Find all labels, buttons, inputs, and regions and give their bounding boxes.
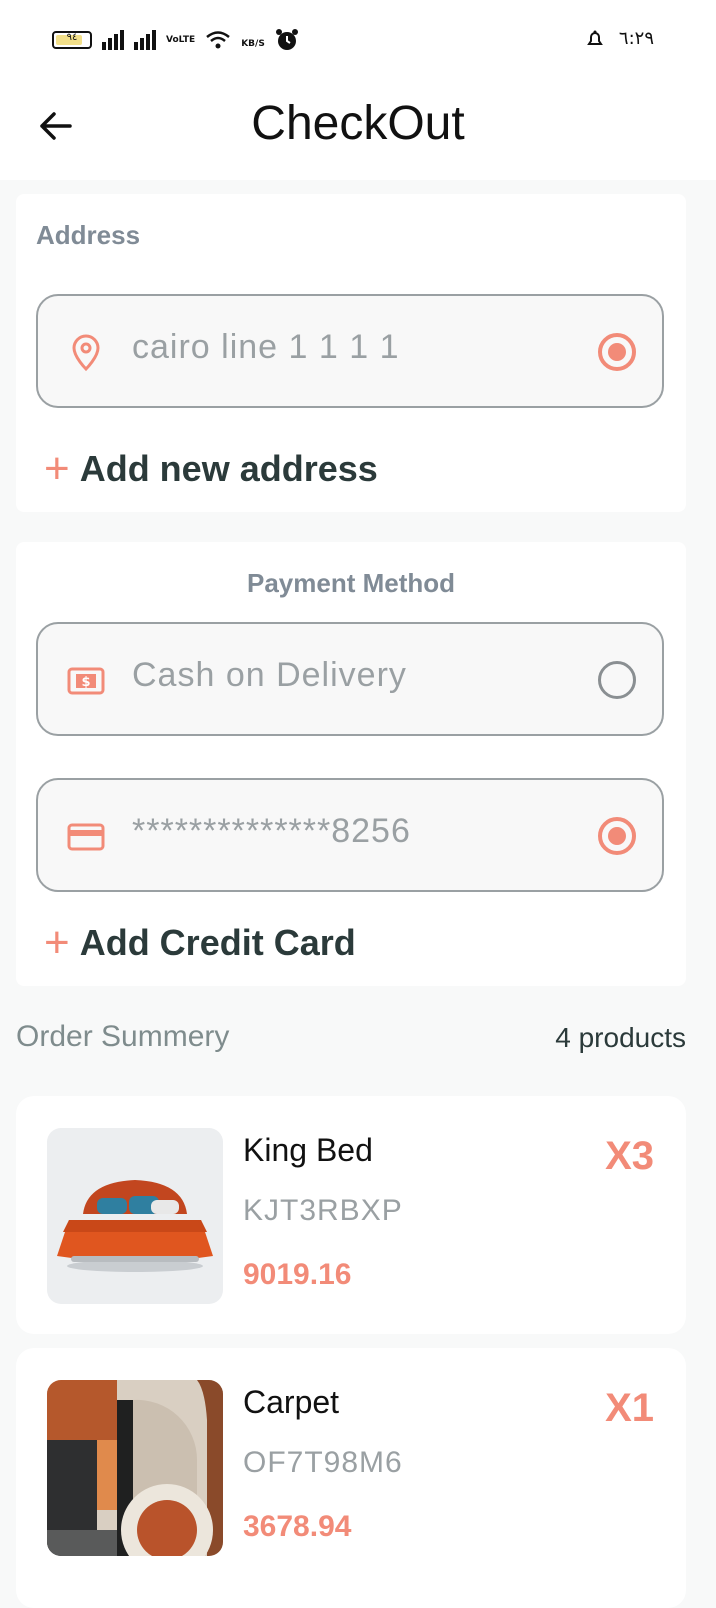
signal-icon-2 <box>134 30 156 50</box>
payment-option-cash[interactable]: $ Cash on Delivery <box>36 622 664 736</box>
add-card-label: Add Credit Card <box>79 922 356 963</box>
cash-option-text: Cash on Delivery <box>132 656 407 694</box>
status-icons-right: ٦:٢٩ <box>585 28 654 49</box>
plus-icon: + <box>44 918 70 967</box>
add-new-address-button[interactable]: + Add new address <box>44 444 378 493</box>
payment-card: Payment Method $ Cash on Delivery ******… <box>16 542 686 986</box>
location-pin-icon <box>72 334 100 372</box>
product-name: Carpet <box>243 1384 340 1420</box>
add-address-label: Add new address <box>79 448 378 489</box>
app-header: CheckOut <box>0 80 716 180</box>
card-radio[interactable] <box>598 817 636 855</box>
cash-radio[interactable] <box>598 661 636 699</box>
network-speed: KB/S <box>241 38 265 49</box>
product-card[interactable]: Carpet OF7T98M6 3678.94 X1 <box>16 1348 686 1608</box>
product-code: KJT3RBXP <box>243 1194 403 1227</box>
wifi-icon <box>206 31 230 49</box>
status-icons-left: ٩٤ VoLTE KB/S <box>52 28 299 52</box>
payment-method-label: Payment Method <box>246 568 456 598</box>
page-title: CheckOut <box>251 97 465 150</box>
product-quantity: X3 <box>605 1134 654 1178</box>
product-image-king-bed <box>47 1128 223 1304</box>
battery-level: ٩٤ <box>66 32 78 43</box>
product-card[interactable]: King Bed KJT3RBXP 9019.16 X3 <box>16 1096 686 1334</box>
cash-icon: $ <box>67 667 105 695</box>
status-time: ٦:٢٩ <box>618 28 654 49</box>
product-name: King Bed <box>243 1132 373 1168</box>
payment-option-card[interactable]: **************8256 <box>36 778 664 892</box>
svg-text:$: $ <box>81 675 90 690</box>
product-price: 3678.94 <box>243 1510 352 1543</box>
address-radio[interactable] <box>598 333 636 371</box>
plus-icon: + <box>44 444 70 493</box>
product-price: 9019.16 <box>243 1258 352 1291</box>
address-label: Address <box>36 220 141 250</box>
add-credit-card-button[interactable]: + Add Credit Card <box>44 918 356 967</box>
battery-icon: ٩٤ <box>52 31 92 49</box>
credit-card-icon <box>67 823 105 851</box>
address-option[interactable]: cairo line 1 1 1 1 <box>36 294 664 408</box>
volte-icon: VoLTE <box>166 34 196 45</box>
signal-icon <box>102 30 124 50</box>
status-bar: ٩٤ VoLTE KB/S ٦:٢٩ <box>0 0 716 80</box>
order-summary-title: Order Summery <box>16 1020 230 1053</box>
address-text: cairo line 1 1 1 1 <box>132 328 400 366</box>
product-code: OF7T98M6 <box>243 1446 403 1479</box>
alarm-icon <box>275 29 298 50</box>
product-image-carpet <box>47 1380 223 1556</box>
product-quantity: X1 <box>605 1386 654 1430</box>
address-card: Address cairo line 1 1 1 1 + Add new add… <box>16 194 686 512</box>
notification-bell-icon <box>587 30 603 45</box>
card-option-text: **************8256 <box>132 812 411 850</box>
order-product-count: 4 products <box>555 1022 686 1053</box>
